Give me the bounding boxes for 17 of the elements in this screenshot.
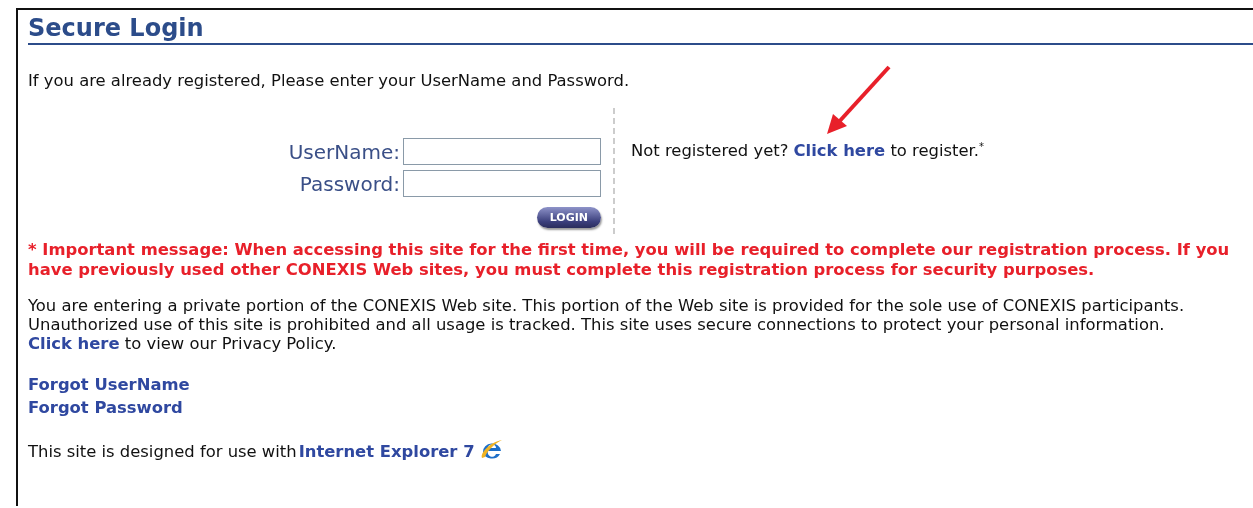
field-label: UserName: — [288, 139, 400, 164]
username-field[interactable] — [403, 138, 601, 165]
register-link[interactable]: Click here — [793, 141, 886, 161]
page-title: Secure Login — [28, 13, 204, 43]
browser-link[interactable]: Internet Explorer 7 — [298, 442, 475, 461]
password-field[interactable] — [403, 170, 601, 197]
field-label: Password: — [299, 171, 400, 196]
forgot-link[interactable]: Forgot Password — [28, 398, 183, 417]
important-message: * Important message: When accessing this site for the first time, you will be required to complete our registration process. If you have previously used other CONEXIS Web sites, you must complete this registration process for security purposes. — [28, 240, 1231, 280]
intro-text: If you are already registered, Please enter your UserName and Password. — [28, 71, 631, 90]
browser-logo-icon — [479, 439, 504, 461]
forgot-link[interactable]: Forgot UserName — [28, 375, 190, 394]
footer-text: This site is designed for use with — [28, 442, 297, 461]
privacy-text: You are entering a private portion of the CONEXIS Web site. This portion of the Web site is provided for the sole use of CONEXIS participants. Unauthorized use of this site is prohibited and all usage is tracked. This site uses secure connections to protect your personal information. Click here to view our Privacy Policy. — [28, 296, 1186, 353]
login-button[interactable]: LOGIN — [536, 207, 601, 228]
register-text: Not registered yet? Click here to register.$^{*}$ — [631, 141, 985, 161]
privacy-link[interactable]: Click here — [28, 334, 120, 353]
